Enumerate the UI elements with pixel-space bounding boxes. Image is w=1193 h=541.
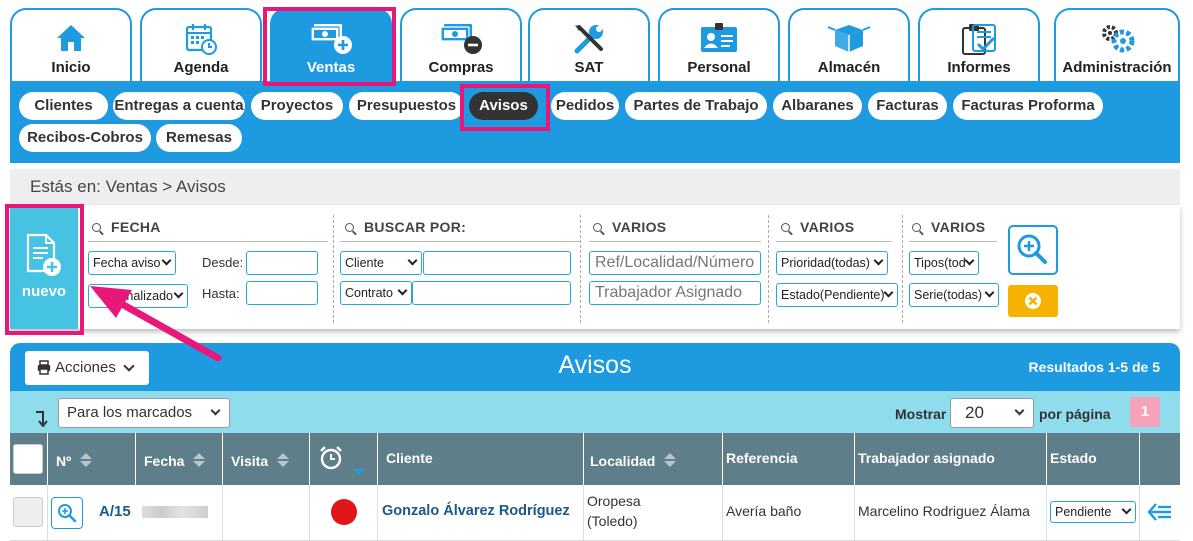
annotation-arrow [90, 286, 222, 362]
